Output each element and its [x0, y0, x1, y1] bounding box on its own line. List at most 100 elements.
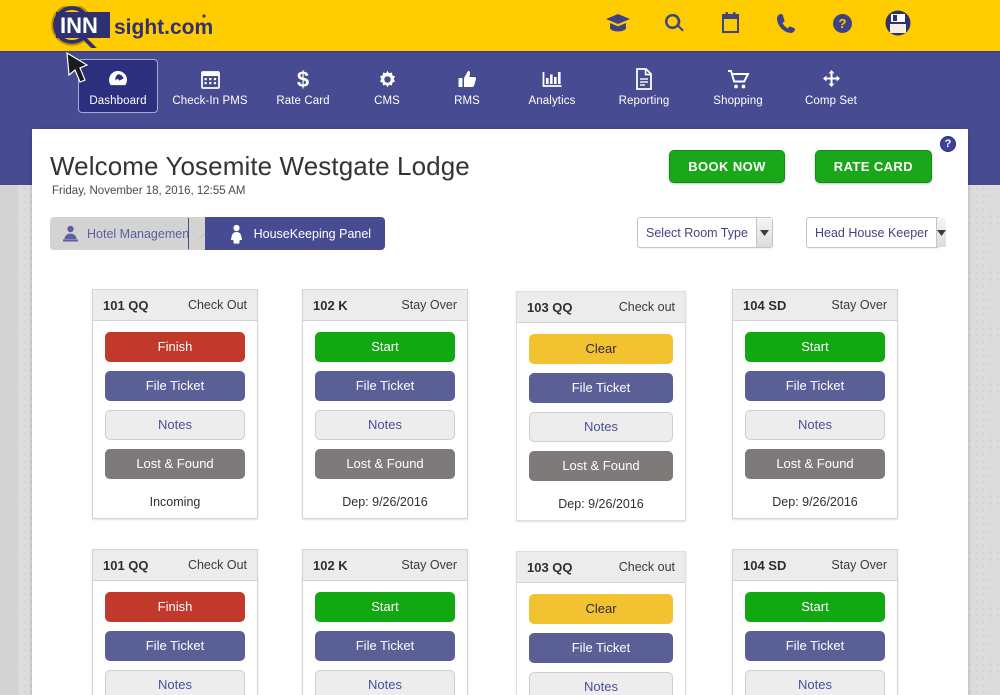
file-ticket-button[interactable]: File Ticket [105, 371, 245, 401]
room-status: Check out [618, 300, 675, 314]
room-number: 101 QQ [103, 557, 149, 573]
room-card[interactable]: 104 SD Stay Over Start File Ticket Notes… [732, 549, 898, 695]
notes-button[interactable]: Notes [529, 412, 673, 442]
nav-item-rate-card[interactable]: $ Rate Card [262, 59, 344, 113]
notes-button[interactable]: Notes [105, 670, 245, 695]
room-card-body: Clear File Ticket Notes Lost & Found [517, 323, 685, 496]
primary-action-button[interactable]: Start [745, 332, 885, 362]
room-card[interactable]: 102 K Stay Over Start File Ticket Notes … [302, 289, 468, 519]
room-card[interactable]: 103 QQ Check out Clear File Ticket Notes… [516, 551, 686, 695]
tab-housekeeping-panel[interactable]: HouseKeeping Panel [188, 217, 386, 250]
room-card-footer: Incoming [149, 495, 201, 509]
nav-item-reporting[interactable]: Reporting [600, 59, 688, 113]
rate-card-button[interactable]: RATE CARD [814, 150, 932, 183]
nav-item-rms[interactable]: RMS [430, 59, 504, 113]
room-card-header: 104 SD Stay Over [733, 290, 897, 321]
header-actions: BOOK NOW RATE CARD [669, 150, 932, 183]
lost-and-found-button[interactable]: Lost & Found [105, 449, 245, 479]
room-card-footer: Dep: 9/26/2016 [772, 495, 858, 509]
room-status: Check Out [187, 298, 247, 312]
manager-person-icon [60, 223, 80, 244]
primary-action-button[interactable]: Start [315, 592, 455, 622]
primary-action-button[interactable]: Start [745, 592, 885, 622]
innsight-logo[interactable]: INN sight.com [36, 6, 216, 48]
notes-button[interactable]: Notes [529, 672, 673, 695]
file-ticket-button[interactable]: File Ticket [315, 631, 455, 661]
nav-item-comp-set[interactable]: Comp Set [788, 59, 874, 113]
room-number: 103 QQ [527, 559, 573, 575]
chevron-down-icon[interactable] [936, 218, 947, 247]
room-card[interactable]: 102 K Stay Over Start File Ticket Notes … [302, 549, 468, 695]
nav-label: RMS [454, 95, 480, 107]
svg-text:sight.com: sight.com [114, 16, 213, 39]
nav-label: Check-In PMS [172, 95, 248, 107]
graduation-cap-icon[interactable] [604, 9, 632, 37]
file-ticket-button[interactable]: File Ticket [529, 373, 673, 403]
file-ticket-button[interactable]: File Ticket [105, 631, 245, 661]
room-card-header: 103 QQ Check out [517, 292, 685, 323]
help-badge-icon[interactable]: ? [940, 136, 956, 152]
primary-action-button[interactable]: Clear [529, 594, 673, 624]
room-status: Check out [618, 560, 675, 574]
nav-label: CMS [374, 95, 400, 107]
notes-button[interactable]: Notes [315, 670, 455, 695]
room-card-body: Finish File Ticket Notes Lost & Found [93, 581, 257, 695]
primary-action-button[interactable]: Clear [529, 334, 673, 364]
file-ticket-button[interactable]: File Ticket [315, 371, 455, 401]
save-disk-icon[interactable] [884, 9, 912, 37]
notes-button[interactable]: Notes [745, 670, 885, 695]
room-card-body: Start File Ticket Notes Lost & Found [733, 581, 897, 695]
search-icon[interactable] [660, 9, 688, 37]
nav-item-shopping[interactable]: Shopping [694, 59, 782, 113]
chevron-down-icon[interactable] [755, 218, 772, 247]
svg-text:INN: INN [60, 13, 98, 38]
app-root: INN sight.com ? Dashboard Check-In PMS $… [0, 0, 1000, 695]
room-number: 101 QQ [103, 297, 149, 313]
primary-action-button[interactable]: Start [315, 332, 455, 362]
book-now-button[interactable]: BOOK NOW [669, 150, 785, 183]
nav-label: Analytics [528, 95, 576, 107]
lost-and-found-button[interactable]: Lost & Found [745, 449, 885, 479]
notes-button[interactable]: Notes [745, 410, 885, 440]
lost-and-found-button[interactable]: Lost & Found [529, 451, 673, 481]
current-datetime: Friday, November 18, 2016, 12:55 AM [52, 185, 246, 197]
primary-action-button[interactable]: Finish [105, 592, 245, 622]
room-number: 103 QQ [527, 299, 573, 315]
room-card[interactable]: 101 QQ Check Out Finish File Ticket Note… [92, 549, 258, 695]
document-icon [602, 66, 686, 92]
tab-label: HouseKeeping Panel [253, 226, 372, 241]
room-card-header: 102 K Stay Over [303, 290, 467, 321]
room-type-select[interactable]: Select Room Type [637, 217, 773, 248]
housekeeper-select[interactable]: Head House Keeper [806, 217, 947, 248]
nav-item-cms[interactable]: CMS [350, 59, 424, 113]
room-cards-row: 101 QQ Check Out Finish File Ticket Note… [92, 289, 952, 549]
primary-action-button[interactable]: Finish [105, 332, 245, 362]
room-card-footer: Dep: 9/26/2016 [558, 497, 644, 511]
notes-button[interactable]: Notes [315, 410, 455, 440]
notes-button[interactable]: Notes [105, 410, 245, 440]
phone-icon[interactable] [772, 9, 800, 37]
room-number: 102 K [313, 297, 348, 313]
room-status: Stay Over [401, 298, 457, 312]
nav-label: Comp Set [805, 95, 857, 107]
file-ticket-button[interactable]: File Ticket [745, 631, 885, 661]
room-card[interactable]: 104 SD Stay Over Start File Ticket Notes… [732, 289, 898, 519]
svg-text:?: ? [838, 16, 846, 31]
room-card-footer: Dep: 9/26/2016 [342, 495, 428, 509]
left-gutter-shade [0, 185, 18, 695]
bar-chart-icon [512, 66, 592, 92]
help-circle-icon[interactable]: ? [828, 9, 856, 37]
room-card-body: Clear File Ticket Notes Lost & Found [517, 583, 685, 695]
file-ticket-button[interactable]: File Ticket [529, 633, 673, 663]
page-title: Welcome Yosemite Westgate Lodge [50, 151, 470, 181]
gear-icon [352, 66, 422, 92]
lost-and-found-button[interactable]: Lost & Found [315, 449, 455, 479]
nav-item-check-in-pms[interactable]: Check-In PMS [164, 59, 256, 113]
room-number: 104 SD [743, 297, 787, 313]
nav-item-analytics[interactable]: Analytics [510, 59, 594, 113]
calendar-icon[interactable] [716, 9, 744, 37]
room-card[interactable]: 101 QQ Check Out Finish File Ticket Note… [92, 289, 258, 519]
room-card[interactable]: 103 QQ Check out Clear File Ticket Notes… [516, 291, 686, 521]
file-ticket-button[interactable]: File Ticket [745, 371, 885, 401]
room-card-header: 104 SD Stay Over [733, 550, 897, 581]
